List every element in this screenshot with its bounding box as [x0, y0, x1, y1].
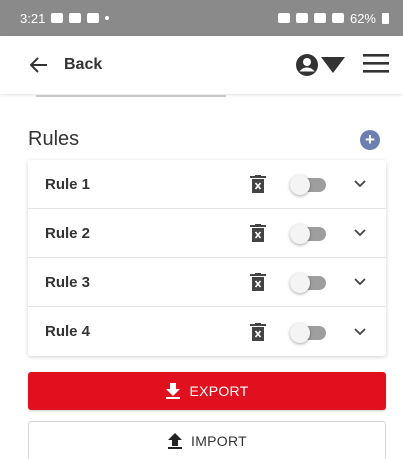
rule-toggle[interactable]	[290, 273, 326, 293]
import-button[interactable]: IMPORT	[28, 421, 386, 459]
status-bar-right: 62%	[277, 10, 389, 26]
account-caret-icon	[321, 57, 345, 73]
message-notification-icon	[87, 13, 100, 23]
add-rule-button[interactable]: +	[360, 129, 380, 150]
alarm-icon	[277, 13, 290, 23]
rule-row[interactable]: Rule 2	[28, 209, 386, 258]
account-icon	[296, 54, 318, 76]
download-icon	[166, 383, 181, 399]
status-time: 3:21	[20, 10, 46, 26]
bluetooth-icon	[295, 13, 308, 23]
rule-toggle[interactable]	[290, 224, 326, 244]
chevron-down-icon[interactable]	[354, 229, 366, 237]
trash-icon[interactable]	[250, 175, 266, 193]
section-title: Rules	[28, 128, 80, 150]
chevron-down-icon[interactable]	[354, 180, 366, 188]
toggle-thumb	[290, 175, 310, 195]
signal-icon	[331, 13, 344, 23]
chevron-down-icon[interactable]	[354, 327, 366, 336]
export-button[interactable]: EXPORT	[28, 372, 386, 410]
add-icon: +	[365, 130, 375, 149]
app-bar: Back	[0, 36, 403, 94]
battery-percent: 62%	[349, 10, 376, 26]
trash-icon[interactable]	[250, 273, 266, 291]
rule-toggle[interactable]	[290, 322, 326, 343]
status-bar-left: 3:21	[20, 10, 110, 26]
rule-name: Rule 3	[45, 273, 91, 291]
app-bar-actions	[295, 52, 389, 79]
rule-toggle[interactable]	[290, 175, 326, 195]
rule-name: Rule 4	[45, 323, 91, 340]
rule-row[interactable]: Rule 4	[28, 307, 386, 356]
trash-icon[interactable]	[250, 322, 266, 341]
back-label: Back	[64, 56, 103, 73]
menu-icon	[363, 53, 389, 73]
upload-icon	[168, 432, 182, 449]
rules-header: Rules +	[28, 128, 380, 151]
rule-name: Rule 2	[45, 224, 91, 242]
import-label: IMPORT	[191, 432, 247, 449]
hamburger-menu-button[interactable]	[363, 52, 389, 79]
account-menu-button[interactable]	[295, 53, 345, 77]
export-label: EXPORT	[189, 383, 249, 399]
rule-row[interactable]: Rule 1	[28, 160, 386, 209]
wifi-icon	[313, 13, 326, 23]
chat-notification-icon	[69, 13, 82, 23]
back-arrow-icon	[30, 57, 47, 73]
toggle-thumb	[290, 224, 310, 244]
chevron-down-icon[interactable]	[354, 278, 366, 286]
gallery-notification-icon	[51, 13, 64, 23]
toggle-thumb	[290, 322, 310, 343]
status-bar: 3:21 62%	[0, 0, 403, 36]
toggle-thumb	[290, 273, 310, 293]
rule-name: Rule 1	[45, 175, 91, 193]
trash-icon[interactable]	[250, 224, 266, 242]
rule-row[interactable]: Rule 3	[28, 258, 386, 307]
rules-list: Rule 1 Rule 2 Rule 3 Rule 4	[28, 160, 386, 356]
more-notifications-icon	[105, 16, 110, 20]
back-button[interactable]: Back	[30, 56, 102, 74]
tab-indicator	[36, 95, 226, 97]
battery-icon	[382, 12, 389, 24]
